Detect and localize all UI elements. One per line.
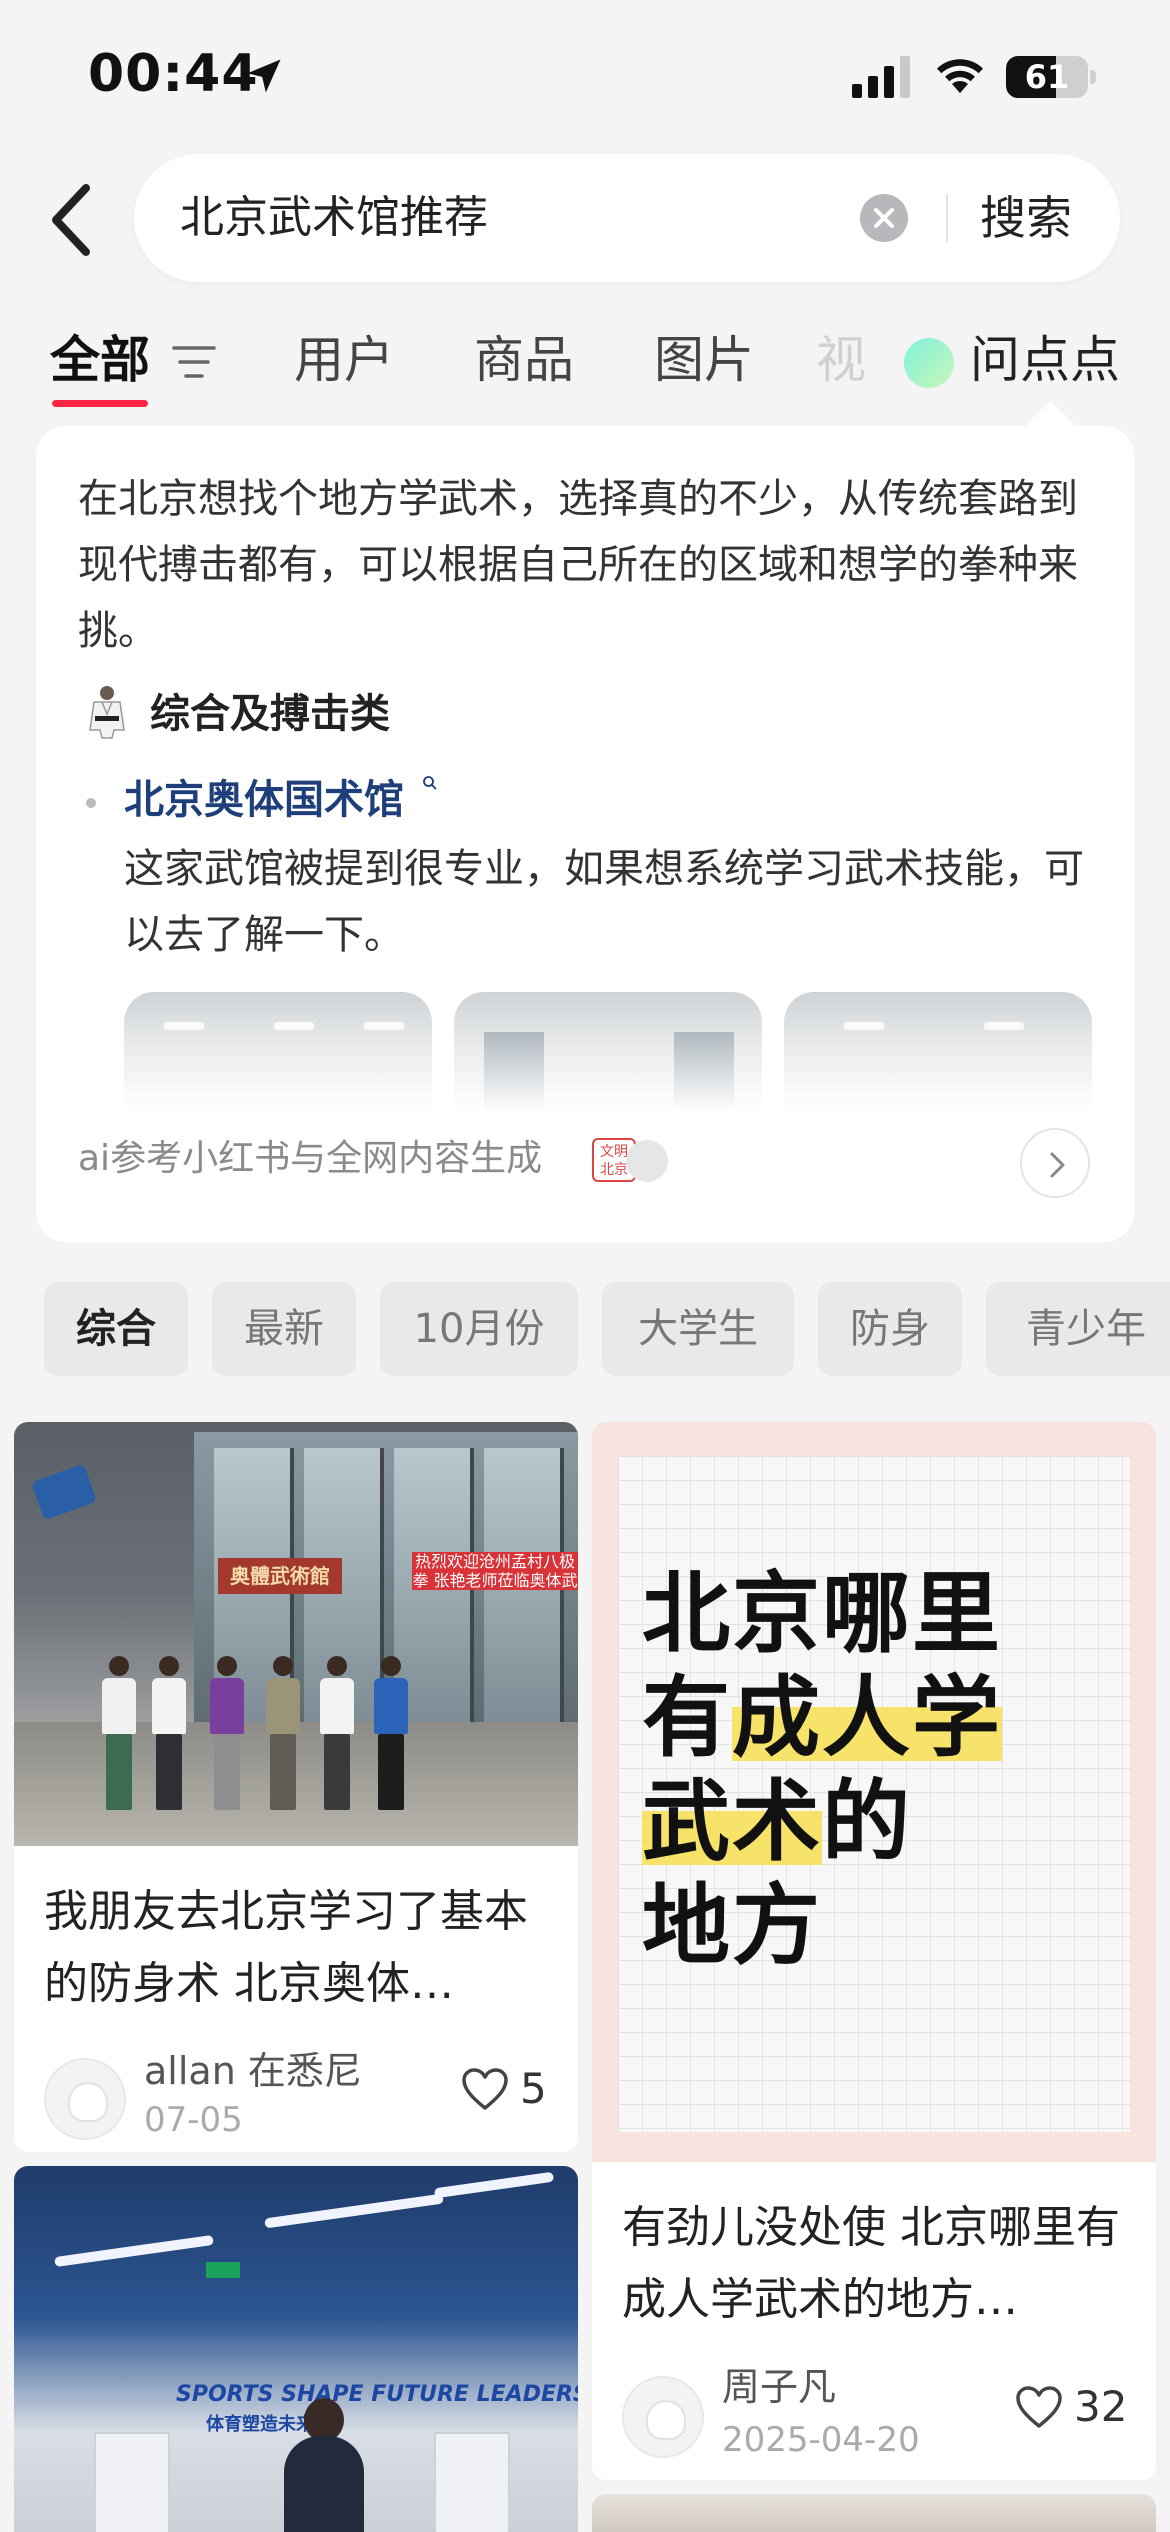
tab-video[interactable]: 视 [816,320,866,400]
like-count: 32 [1074,2382,1128,2431]
bullet-dot [86,798,96,808]
place-link[interactable]: 北京奥体国术馆 [124,770,404,830]
tab-products[interactable]: 商品 [474,320,574,400]
wall-slogan-sub: 体育塑造未来 [206,2414,314,2435]
expand-answer-button[interactable] [1020,1128,1090,1198]
ask-dot-icon[interactable] [904,338,954,388]
chip-latest[interactable]: 最新 [212,1282,356,1376]
ai-intro-text: 在北京想找个地方学武术，选择真的不少，从传统套路到现代搏击都有，可以根据自己所在… [78,476,1078,654]
chip-self-defense[interactable]: 防身 [818,1282,962,1376]
filter-icon[interactable] [170,340,218,384]
chip-college[interactable]: 大学生 [602,1282,794,1376]
post-image-group-photo[interactable]: 奥體武術館 热烈欢迎沧州孟村八极拳 张艳老师莅临奥体武 [14,1422,578,1846]
post-date: 07-05 [144,2100,243,2140]
heart-icon[interactable] [1014,2384,1064,2430]
clear-icon[interactable] [860,194,908,242]
status-bar: 00:44 61 [0,0,1170,150]
back-arrow-icon[interactable] [46,180,96,260]
post-date: 2025-04-20 [722,2420,920,2460]
place-photo-3[interactable] [784,992,1092,1112]
battery-indicator: 61 [1006,56,1088,98]
search-small-icon[interactable] [422,772,438,796]
battery-cap [1090,70,1096,84]
ai-source-note: ai参考小红书与全网内容生成 [78,1138,543,1179]
author-name[interactable]: 周子凡 [722,2362,836,2412]
clock: 00:44 [88,44,259,104]
poster-headline: 北京哪里 有成人学 武术的 地方 [642,1562,1003,1977]
filter-chips: 综合 最新 10月份 大学生 防身 青少年 [0,1282,1170,1378]
result-tabs: 全部 用户 商品 图片 视 问点点 [0,320,1170,420]
chip-october[interactable]: 10月份 [380,1282,578,1376]
chip-youth[interactable]: 青少年 [986,1282,1170,1376]
wall-slogan: SPORTS SHAPE FUTURE LEADERS! [176,2382,578,2407]
welcome-banner: 热烈欢迎沧州孟村八极拳 张艳老师莅临奥体武 [412,1552,578,1590]
post-card-1[interactable]: 奥體武術館 热烈欢迎沧州孟村八极拳 张艳老师莅临奥体武 我朋友去北京学习了基本的… [14,1422,578,2152]
exit-sign [206,2262,240,2278]
search-input[interactable]: 北京武术馆推荐 搜索 [134,154,1120,282]
tab-users[interactable]: 用户 [294,320,394,400]
ai-answer-card: 在北京想找个地方学武术，选择真的不少，从传统套路到现代搏击都有，可以根据自己所在… [36,426,1134,1242]
chip-comprehensive[interactable]: 综合 [44,1282,188,1376]
place-description: 这家武馆被提到很专业，如果想系统学习武术技能，可以去了解一下。 [124,846,1084,958]
place-photo-1[interactable] [124,992,432,1112]
seal-dot [626,1140,668,1182]
tab-images[interactable]: 图片 [654,320,754,400]
author-avatar[interactable] [44,2058,126,2140]
post-image-gym-photo[interactable]: SPORTS SHAPE FUTURE LEADERS! 体育塑造未来 [14,2166,578,2532]
ai-section-title: 综合及搏击类 [150,691,390,737]
post-card-3[interactable]: SPORTS SHAPE FUTURE LEADERS! 体育塑造未来 [14,2166,578,2532]
battery-percent: 61 [1024,58,1070,96]
post-title[interactable]: 我朋友去北京学习了基本的防身术 北京奥体… [44,1876,564,2020]
search-divider [946,194,948,242]
post-card-4-peek[interactable] [592,2494,1156,2532]
post-image-poster[interactable]: 北京哪里 有成人学 武术的 地方 [592,1422,1156,2162]
tab-all[interactable]: 全部 [50,320,150,400]
post-card-2[interactable]: 北京哪里 有成人学 武术的 地方 有劲儿没处使 北京哪里有成人学武术的地方… 周… [592,1422,1156,2480]
place-photo-2[interactable] [454,992,762,1112]
search-button[interactable]: 搜索 [980,154,1072,282]
active-tab-indicator [52,400,148,407]
author-name[interactable]: allan 在悉尼 [144,2046,362,2096]
location-arrow-icon [247,59,281,93]
tab-ask[interactable]: 问点点 [970,320,1120,400]
heart-icon[interactable] [460,2066,510,2112]
cellular-signal-icon [852,56,910,98]
hall-signboard: 奥體武術館 [218,1558,342,1594]
like-count: 5 [520,2064,547,2113]
martial-arts-uniform-icon [89,686,125,739]
blue-signpost [30,1463,98,1521]
wifi-icon [937,59,983,93]
post-title[interactable]: 有劲儿没处使 北京哪里有成人学武术的地方… [622,2192,1142,2336]
author-avatar[interactable] [622,2376,704,2458]
search-query[interactable]: 北京武术馆推荐 [180,154,488,282]
